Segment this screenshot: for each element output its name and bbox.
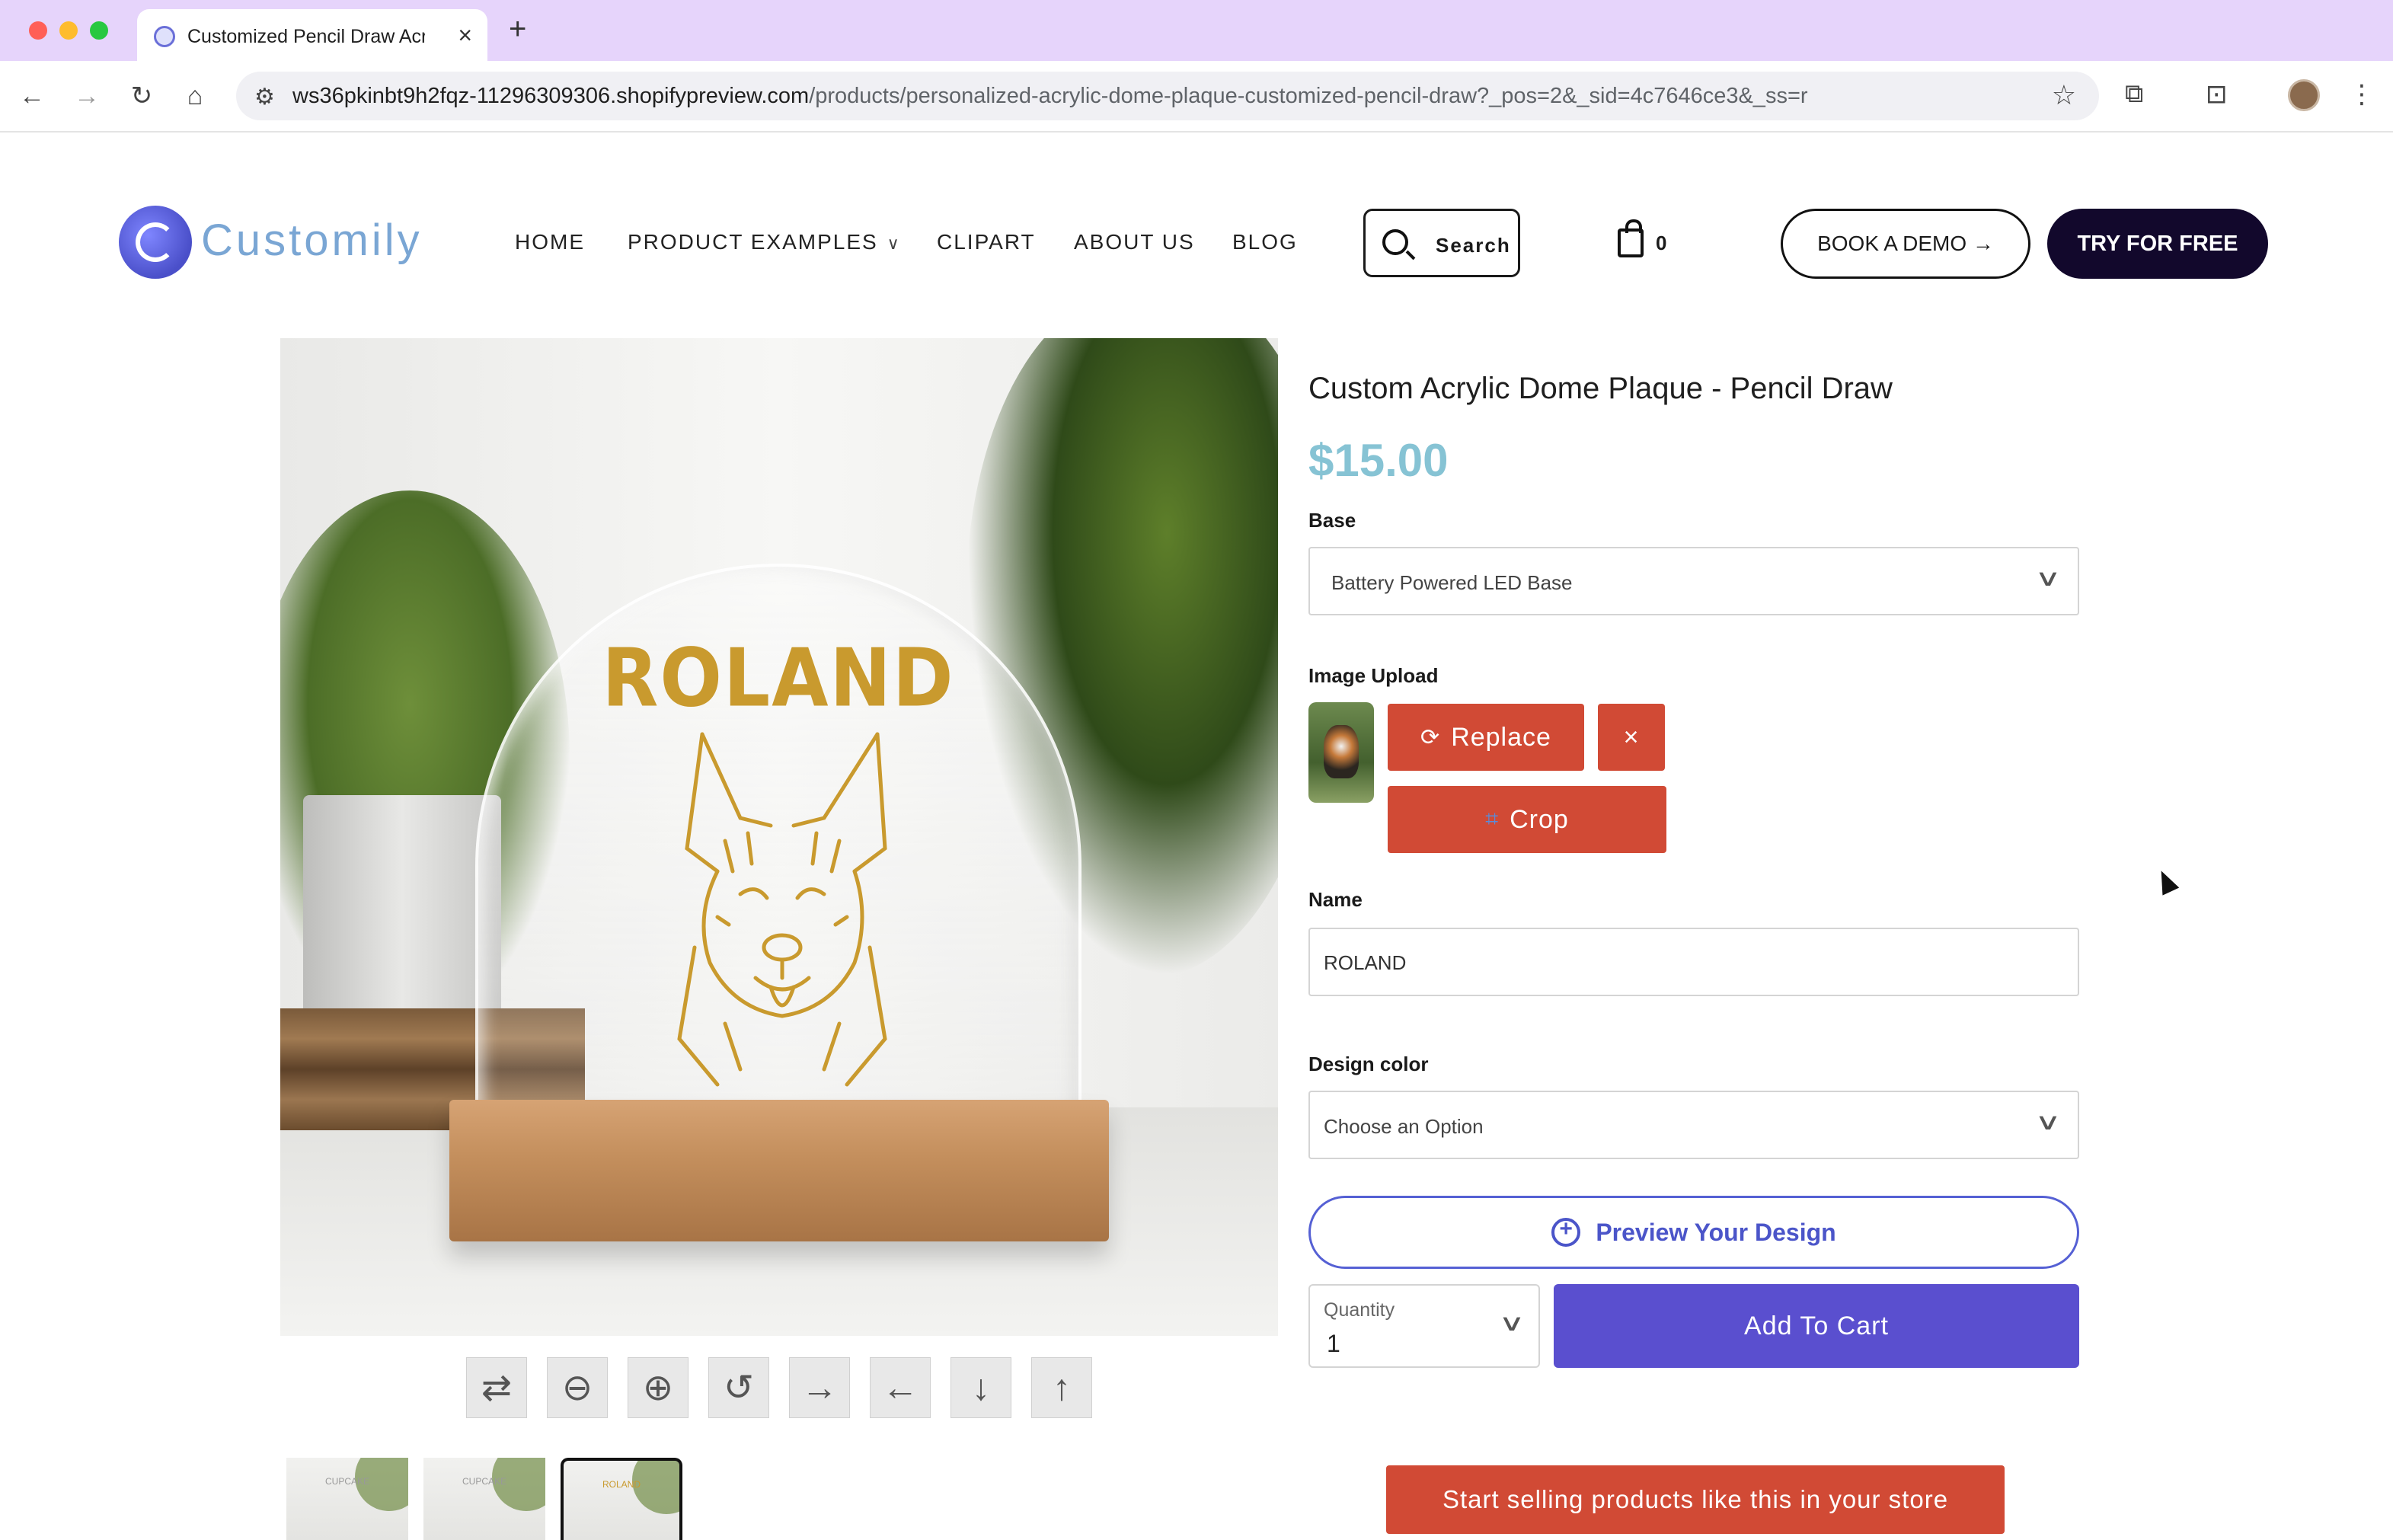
quantity-value: 1 [1327,1330,1340,1357]
quantity-label: Quantity [1324,1299,1395,1321]
minimize-window-icon[interactable] [59,21,78,40]
chevron-down-icon: ∨ [2034,566,2062,591]
nav-about-us[interactable]: ABOUT US [1074,230,1195,254]
arrow-left-icon[interactable]: ← [870,1357,931,1418]
design-color-select[interactable]: Choose an Option ∨ [1308,1091,2079,1159]
thumbnail-label: CUPCAKE [324,1476,369,1487]
quantity-select[interactable]: Quantity 1 ∨ [1308,1284,1540,1368]
arrow-down-icon[interactable]: ↓ [950,1357,1011,1418]
acrylic-dome: ROLAND [475,564,1081,1142]
nav-home[interactable]: HOME [515,230,585,254]
refresh-icon: ⟳ [1420,724,1441,750]
dome-engraved-name: ROLAND [602,631,955,725]
search-button[interactable]: Search [1363,209,1520,277]
arrow-up-icon[interactable]: ↑ [1031,1357,1092,1418]
logo-text[interactable]: Customily [201,215,423,266]
nav-blog[interactable]: BLOG [1232,230,1298,254]
name-input[interactable] [1324,947,2055,978]
close-tab-icon[interactable]: × [458,21,472,50]
start-selling-button[interactable]: Start selling products like this in your… [1386,1465,2005,1534]
browser-toolbar: ← → ↻ ⌂ ⚙ ws36pkinbt9h2fqz-11296309306.s… [0,61,2393,133]
shopping-bag-icon[interactable] [1618,219,1644,257]
add-to-cart-button[interactable]: Add To Cart [1554,1284,2079,1368]
extensions-icon[interactable]: ⧉ [2125,79,2143,109]
product-price: $15.00 [1308,435,1449,486]
base-select-value: Battery Powered LED Base [1331,571,1573,594]
home-icon[interactable]: ⌂ [180,81,210,111]
zoom-out-icon[interactable]: ⊖ [547,1357,608,1418]
cart-count[interactable]: 0 [1656,232,1666,255]
preview-design-button[interactable]: Preview Your Design [1308,1196,2079,1269]
browser-tab-strip: Customized Pencil Draw Acry × + [0,0,2393,61]
dog-pencil-drawing [677,732,887,1087]
address-bar[interactable]: ⚙ ws36pkinbt9h2fqz-11296309306.shopifypr… [236,72,2099,120]
back-icon[interactable]: ← [17,81,47,111]
preview-label: Preview Your Design [1596,1218,1836,1246]
crop-label: Crop [1510,804,1569,834]
nav-clipart[interactable]: CLIPART [937,230,1036,254]
crop-button[interactable]: ⌗ Crop [1388,786,1666,853]
product-title: Custom Acrylic Dome Plaque - Pencil Draw [1308,372,1893,405]
mouse-cursor-icon [2152,867,2180,896]
nav-product-examples[interactable]: PRODUCT EXAMPLES ∨ [628,230,901,254]
tab-title: Customized Pencil Draw Acry [187,26,425,47]
profile-avatar[interactable] [2288,79,2320,111]
chevron-down-icon: ∨ [887,234,901,253]
bookmark-star-icon[interactable]: ☆ [2052,79,2076,111]
name-field[interactable] [1308,928,2079,996]
uploaded-photo-dog [1324,725,1359,778]
menu-kebab-icon[interactable]: ⋮ [2349,79,2375,110]
search-icon [1382,229,1408,255]
try-for-free-button[interactable]: TRY FOR FREE [2047,209,2268,279]
arrow-right-icon[interactable]: → [789,1357,850,1418]
thumbnail-label: ROLAND [602,1479,641,1490]
customily-favicon-icon [154,26,175,47]
replace-button[interactable]: ⟳ Replace [1388,704,1584,771]
chevron-down-icon: ∨ [1498,1311,1526,1336]
browser-tab-active[interactable]: Customized Pencil Draw Acry × [137,9,487,61]
design-color-value: Choose an Option [1324,1115,1484,1138]
design-color-label: Design color [1308,1053,1429,1075]
forward-icon[interactable]: → [72,81,102,111]
close-icon: × [1623,722,1640,752]
site-info-icon[interactable]: ⚙ [254,84,275,110]
product-thumbnail-3-selected[interactable]: ROLAND [561,1458,682,1540]
close-window-icon[interactable] [29,21,47,40]
name-label: Name [1308,888,1363,911]
url-host: ws36pkinbt9h2fqz-11296309306.shopifyprev… [292,84,810,108]
image-upload-label: Image Upload [1308,664,1439,687]
replace-label: Replace [1451,722,1551,752]
wooden-led-base [449,1100,1109,1241]
uploaded-photo-thumbnail[interactable] [1308,702,1374,803]
url-path: /products/personalized-acrylic-dome-plaq… [809,84,1808,108]
maximize-window-icon[interactable] [90,21,108,40]
image-plant-pot [303,795,501,1039]
thumbnail-label: CUPCAKE [462,1476,506,1487]
new-tab-icon[interactable]: + [509,12,526,46]
book-demo-button[interactable]: BOOK A DEMO → [1781,209,2030,279]
product-thumbnail-2[interactable]: CUPCAKE [423,1458,545,1540]
url-text[interactable]: ws36pkinbt9h2fqz-11296309306.shopifyprev… [292,84,1808,109]
remove-image-button[interactable]: × [1598,704,1665,771]
zoom-plus-icon [1551,1216,1581,1247]
rotate-icon[interactable]: ↺ [708,1357,769,1418]
product-thumbnail-1[interactable]: CUPCAKE [286,1458,408,1540]
customily-logo-icon[interactable] [119,206,192,279]
nav-product-examples-label: PRODUCT EXAMPLES [628,230,878,254]
reload-icon[interactable]: ↻ [126,81,157,111]
base-label: Base [1308,509,1356,532]
search-label: Search [1436,234,1511,257]
base-select[interactable]: Battery Powered LED Base ∨ [1308,547,2079,615]
cast-search-icon[interactable]: ⊡ [2206,79,2228,110]
crop-icon: ⌗ [1485,807,1500,832]
product-main-image: ROLAND [280,338,1278,1336]
swap-icon[interactable]: ⇄ [466,1357,527,1418]
chevron-down-icon: ∨ [2034,1110,2062,1135]
zoom-in-icon[interactable]: ⊕ [628,1357,689,1418]
